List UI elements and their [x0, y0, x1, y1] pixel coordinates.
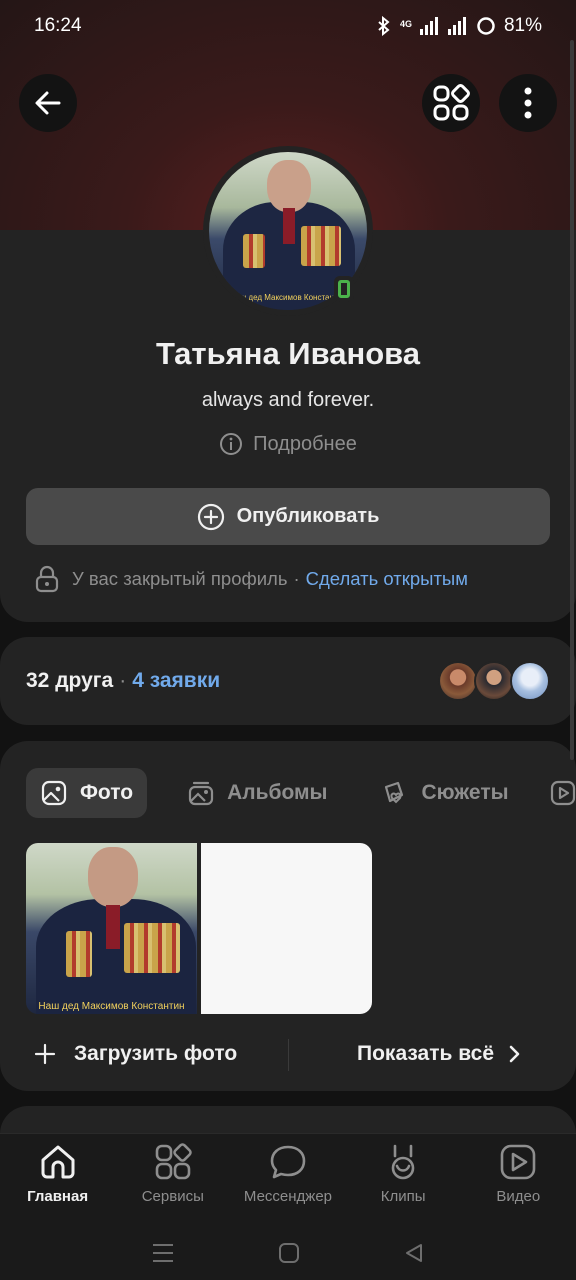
tab-photos-label: Фото [80, 781, 134, 804]
video-icon [550, 780, 575, 806]
more-info-link[interactable]: Подробнее [0, 432, 576, 456]
nav-messenger-label: Мессенджер [243, 1188, 333, 1205]
bottom-navigation: Главная Сервисы Мессенджер Клипы Видео [0, 1133, 576, 1225]
more-options-button[interactable] [499, 74, 557, 132]
info-icon [220, 433, 243, 455]
nav-home[interactable]: Главная [0, 1142, 115, 1205]
nav-services-label: Сервисы [141, 1188, 204, 1205]
online-mobile-icon [334, 276, 354, 302]
back-triangle-icon[interactable] [403, 1242, 425, 1264]
photo-thumbnail[interactable]: Наш дед Максимов Константин [26, 843, 197, 1014]
privacy-text: У вас закрытый профиль [72, 568, 288, 589]
services-icon [155, 1143, 192, 1180]
nav-home-label: Главная [27, 1188, 89, 1205]
album-icon [188, 781, 214, 806]
services-button[interactable] [422, 74, 480, 132]
nav-clips-label: Клипы [380, 1188, 426, 1205]
nav-services[interactable]: Сервисы [115, 1142, 230, 1205]
home-button-icon[interactable] [278, 1242, 300, 1264]
status-bar: 16:24 4G 81% [0, 0, 576, 52]
show-all-label: Показать всё [357, 1042, 494, 1065]
media-tabs: Фото Альбомы Сюжеты [26, 768, 576, 818]
video-icon [501, 1144, 536, 1180]
friend-avatars[interactable] [438, 661, 550, 701]
plus-circle-icon [197, 503, 224, 530]
bluetooth-icon [378, 16, 390, 36]
image-icon [41, 780, 67, 806]
tab-albums-label: Альбомы [227, 781, 328, 804]
privacy-notice: У вас закрытый профиль · Сделать открыты… [34, 565, 546, 593]
signal-icon-2 [447, 17, 466, 35]
scrollbar[interactable] [570, 40, 574, 760]
friend-requests-link[interactable]: 4 заявки [132, 669, 220, 692]
tab-stories-label: Сюжеты [421, 781, 509, 804]
nav-video[interactable]: Видео [461, 1142, 576, 1205]
tab-photos[interactable]: Фото [26, 768, 148, 818]
tab-stories[interactable]: Сюжеты [367, 768, 522, 818]
chevron-right-icon [509, 1045, 520, 1063]
friend-avatar [510, 661, 550, 701]
nav-clips[interactable]: Клипы [346, 1142, 461, 1205]
upload-photo-label: Загрузить фото [74, 1042, 238, 1065]
back-button[interactable] [19, 74, 77, 132]
photo-thumbnail[interactable] [201, 843, 372, 1014]
more-info-label: Подробнее [253, 432, 357, 455]
network-type: 4G [399, 19, 412, 29]
chat-icon [270, 1145, 306, 1179]
make-public-link[interactable]: Сделать открытым [306, 568, 468, 590]
photo-actions: Загрузить фото Показать всё [0, 1029, 576, 1079]
tab-videos[interactable] [549, 768, 576, 818]
profile-name: Татьяна Иванова [155, 336, 421, 371]
nav-video-label: Видео [496, 1188, 541, 1205]
recent-apps-icon[interactable] [151, 1242, 175, 1264]
profile-card: Наш дед Максимов Константин Татьяна Иван… [0, 0, 576, 622]
signal-icon [419, 17, 438, 35]
battery-ring-icon [477, 17, 495, 35]
friend-avatar [438, 661, 478, 701]
photo-grid: Наш дед Максимов Константин [26, 843, 372, 1014]
friends-card[interactable]: 32 друга · 4 заявки [0, 637, 576, 725]
more-vertical-icon [524, 87, 532, 119]
nav-messenger[interactable]: Мессенджер [230, 1142, 345, 1205]
lock-icon [35, 565, 59, 593]
battery-level: 81% [503, 15, 542, 36]
home-icon [41, 1145, 75, 1179]
publish-label: Опубликовать [236, 505, 380, 527]
upload-photo-button[interactable]: Загрузить фото [34, 1042, 237, 1066]
friends-summary: 32 друга · 4 заявки [26, 669, 220, 693]
plus-icon [34, 1043, 56, 1065]
publish-button[interactable]: Опубликовать [26, 488, 550, 545]
photos-card: Фото Альбомы Сюжеты Наш дед Максимов Кон… [0, 741, 576, 1091]
story-icon [385, 781, 404, 804]
status-icons: 4G 81% [376, 15, 542, 37]
arrow-left-icon [35, 91, 61, 115]
clips-icon [391, 1144, 415, 1180]
friends-separator: · [119, 669, 127, 692]
system-navigation [0, 1225, 576, 1280]
divider [288, 1039, 289, 1071]
privacy-separator: · [293, 568, 300, 589]
friends-count[interactable]: 32 друга [26, 669, 113, 692]
status-time: 16:24 [34, 15, 82, 36]
friend-avatar [474, 661, 514, 701]
grid-icon [433, 84, 470, 121]
tab-albums[interactable]: Альбомы [173, 768, 341, 818]
profile-status[interactable]: always and forever. [0, 389, 576, 412]
show-all-button[interactable]: Показать всё [357, 1042, 520, 1066]
photo-caption: Наш дед Максимов Константин [38, 1001, 185, 1012]
